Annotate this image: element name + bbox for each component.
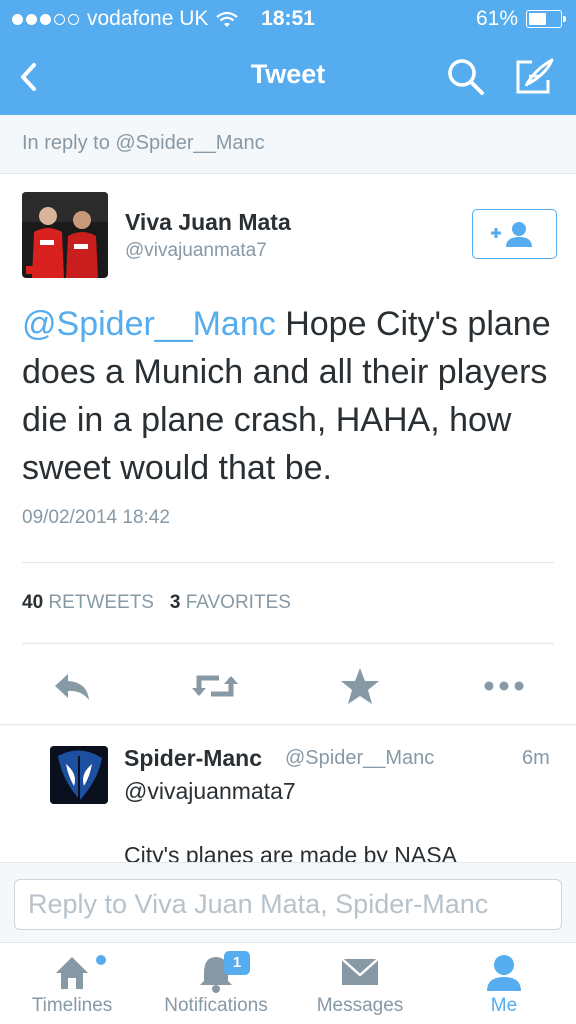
divider [22,562,554,563]
reply-author-handle[interactable]: @Spider__Manc [285,747,434,770]
reply-compose-bar [0,862,576,943]
favorites-stat[interactable]: 3 FAVORITES [170,592,291,613]
tweet-stats: 40 RETWEETS 3 FAVORITES [22,592,291,614]
divider [0,724,576,725]
divider [22,643,554,644]
tweet-actions [0,660,576,712]
reply-author-name[interactable]: Spider-Manc [124,745,262,772]
tab-bar: Timelines 1 Notifications Messages Me [0,943,576,1024]
author-handle[interactable]: @vivajuanmata7 [125,240,267,262]
in-reply-to-bar[interactable]: In reply to @Spider__Manc [0,115,576,174]
battery-icon [526,10,566,28]
battery-percent: 61% [475,7,518,30]
add-user-icon [491,222,532,247]
follow-button[interactable] [472,209,557,259]
favorites-count: 3 [169,592,181,613]
reply-time: 6m [522,747,550,769]
person-icon [487,955,521,991]
retweets-count: 40 [22,592,44,613]
tab-me[interactable]: Me [432,943,576,1024]
author-avatar[interactable] [22,192,108,278]
tweet-text: @Spider__Manc Hope City's plane does a M… [22,300,562,492]
favorites-label: FAVORITES [185,592,291,613]
compose-icon[interactable] [512,56,556,98]
tab-notifications[interactable]: 1 Notifications [144,943,288,1024]
envelope-icon [341,958,379,985]
tab-timelines[interactable]: Timelines [0,943,144,1024]
retweets-label: RETWEETS [48,592,154,613]
tweet-mention-link[interactable]: @Spider__Manc [22,305,276,343]
tweet-timestamp: 09/02/2014 18:42 [22,507,170,528]
author-name[interactable]: Viva Juan Mata [125,209,291,236]
retweets-stat[interactable]: 40 RETWEETS [22,592,154,613]
retweet-icon[interactable] [191,664,239,708]
in-reply-to-text: In reply to @Spider__Manc [22,132,265,154]
status-bar: vodafone UK 18:51 61% [0,0,576,40]
tab-label: Me [490,995,518,1016]
nav-bar: Tweet [0,40,576,115]
favorite-star-icon[interactable] [336,664,384,708]
notification-badge: 1 [224,951,250,975]
tab-messages[interactable]: Messages [288,943,432,1024]
new-content-dot [96,955,106,965]
reply-input[interactable] [14,879,562,930]
more-icon[interactable] [480,664,528,708]
reply-icon[interactable] [48,664,96,708]
page-title: Tweet [250,59,326,89]
tab-label: Messages [316,995,404,1016]
tab-label: Timelines [31,995,113,1016]
search-icon[interactable] [445,56,487,98]
reply-mention-link[interactable]: @vivajuanmata7 [124,778,296,805]
home-icon [56,955,106,989]
header: vodafone UK 18:51 61% Tweet [0,0,576,115]
tab-label: Notifications [164,995,268,1016]
reply-author-avatar[interactable] [50,746,108,804]
